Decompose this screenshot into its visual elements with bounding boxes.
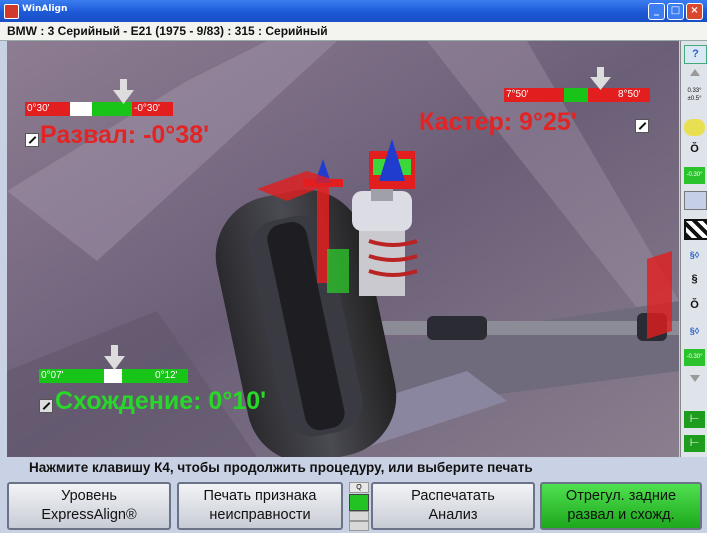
button-line: Анализ <box>428 507 478 523</box>
print-icon[interactable] <box>684 191 707 210</box>
caster-pointer-icon <box>590 67 611 90</box>
toe-pointer-icon <box>104 345 125 370</box>
spec-value-icon[interactable]: 0.33° ±0.5° <box>684 87 705 109</box>
toe-gauge: 0°07' 0°12' <box>39 369 188 383</box>
active-key-indicator <box>349 494 369 511</box>
toe-max-value: 0°12' <box>122 369 188 383</box>
camber-min-value: 0°30' <box>25 102 70 116</box>
scroll-down-icon[interactable] <box>690 375 700 382</box>
camber-gauge: 0°30' -0°30' <box>25 102 173 116</box>
vehicle-description: BMW : 3 Серийный - E21 (1975 - 9/83) : 3… <box>7 24 328 38</box>
checkered-flag-icon[interactable] <box>684 219 707 240</box>
help-key-icon: Q <box>349 482 369 493</box>
maximize-button[interactable]: □ <box>667 3 684 20</box>
function-key-bar: Уровень ExpressAlign® Печать признака не… <box>0 478 707 533</box>
toe-reading: Схождение: 0°10' <box>55 387 267 415</box>
window-title: WinAlign <box>22 4 68 14</box>
key-indicator-slot <box>349 521 369 531</box>
adjust-rear-button[interactable]: Отрегул. задние развал и схожд. <box>540 482 702 530</box>
help-icon[interactable]: ? <box>684 45 707 64</box>
camber-max-value: -0°30' <box>132 102 173 116</box>
suspension-3d-view: 0°30' -0°30' Развал: -0°38' 7°50' 8°50' … <box>7 41 679 457</box>
status-message: Нажмите клавишу К4, чтобы продолжить про… <box>29 460 533 475</box>
minimize-button[interactable]: _ <box>648 3 665 20</box>
caster-gauge: 7°50' 8°50' <box>504 88 650 102</box>
print-analysis-button[interactable]: Распечатать Анализ <box>371 482 535 530</box>
button-line: развал и схожд. <box>567 507 675 523</box>
button-line: неисправности <box>209 507 311 523</box>
turn-icon[interactable]: Ŏ <box>684 141 705 158</box>
title-bar[interactable]: WinAlign _ □ × <box>0 0 707 22</box>
camber-edit-icon[interactable] <box>25 133 39 147</box>
camber-reading: Развал: -0°38' <box>40 121 210 149</box>
wheel-right-icon[interactable]: ⊢ <box>684 435 705 452</box>
side-toolbar: ? 0.33° ±0.5° Ŏ -0.30° §◊ § Ŏ §◊ -0.30° … <box>680 41 707 457</box>
wheel-left-icon[interactable]: ⊢ <box>684 411 705 428</box>
status-bar: Нажмите клавишу К4, чтобы продолжить про… <box>0 458 707 478</box>
readings-icon[interactable]: -0.30° <box>684 167 705 184</box>
button-line: Распечатать <box>411 488 495 504</box>
print-fault-button[interactable]: Печать признака неисправности <box>177 482 343 530</box>
caster-gauge-range <box>564 88 588 102</box>
caster-edit-icon[interactable] <box>635 119 649 133</box>
adjust-icon[interactable]: §◊ <box>684 247 705 264</box>
toe-min-value: 0°07' <box>39 369 104 383</box>
vehicle-info-bar: BMW : 3 Серийный - E21 (1975 - 9/83) : 3… <box>0 22 707 41</box>
caster-min-value: 7°50' <box>504 88 564 102</box>
rotate-icon[interactable]: Ŏ <box>684 297 705 314</box>
toe-adjust-icon[interactable]: § <box>684 271 705 288</box>
button-line: Печать признака <box>203 488 317 504</box>
key-indicator-panel: Q <box>347 482 369 531</box>
caster-reading: Кастер: 9°25' <box>419 108 577 136</box>
readings-icon-2[interactable]: -0.30° <box>684 349 705 366</box>
app-icon <box>4 4 19 19</box>
scroll-up-icon[interactable] <box>690 69 700 76</box>
button-line: Отрегул. задние <box>565 488 677 504</box>
camber-pointer-icon <box>113 79 134 104</box>
close-button[interactable]: × <box>686 3 703 20</box>
key-indicator-slot <box>349 511 369 521</box>
toe-gauge-gap <box>104 369 122 383</box>
toe-option-icon[interactable] <box>39 399 53 413</box>
level-icon[interactable]: §◊ <box>684 323 705 340</box>
camber-gauge-gap <box>70 102 92 116</box>
expressalign-level-button[interactable]: Уровень ExpressAlign® <box>7 482 171 530</box>
button-line: Уровень <box>61 488 117 504</box>
button-line: ExpressAlign® <box>41 507 137 523</box>
winalign-window: WinAlign _ □ × BMW : 3 Серийный - E21 (1… <box>0 0 707 533</box>
caster-swing-icon[interactable] <box>684 119 705 136</box>
